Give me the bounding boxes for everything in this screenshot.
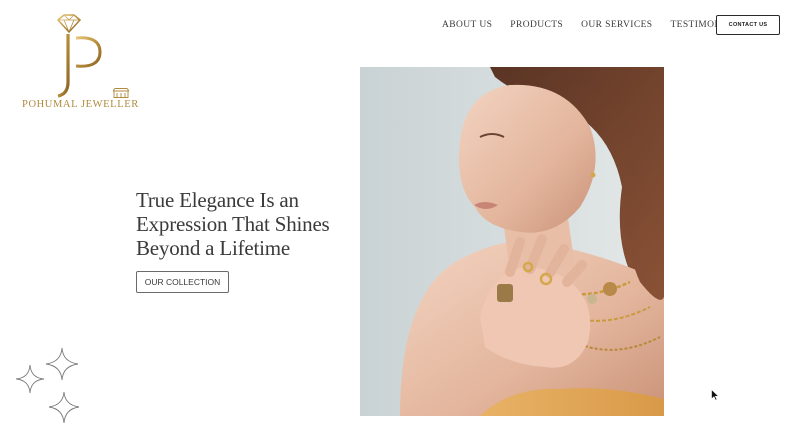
nav-our-services[interactable]: OUR SERVICES [581,20,652,30]
hero-title-line: Expression That Shines [136,212,330,236]
hero-title-line: Beyond a Lifetime [136,236,291,260]
nav-about-us[interactable]: ABOUT US [442,20,492,30]
contact-us-button[interactable]: CONTACT US [716,15,780,35]
main-nav: ABOUT US PRODUCTS OUR SERVICES TESTIMONI… [442,18,744,32]
mouse-cursor-icon [711,389,719,401]
storefront-icon [112,88,130,98]
brand-logo[interactable]: POHUMAL JEWELLER [18,14,139,114]
hero-title: True Elegance Is an Expression That Shin… [136,188,356,260]
hero-photo [360,67,664,416]
four-point-star-icon [15,347,80,424]
diamond-pj-monogram-icon [56,14,102,98]
our-collection-button[interactable]: OUR COLLECTION [136,271,229,293]
nav-products[interactable]: PRODUCTS [510,20,563,30]
model-wearing-gold-jewellery-photo [360,67,664,416]
brand-name: POHUMAL JEWELLER [22,99,139,110]
hero-title-line: True Elegance Is an [136,188,299,212]
